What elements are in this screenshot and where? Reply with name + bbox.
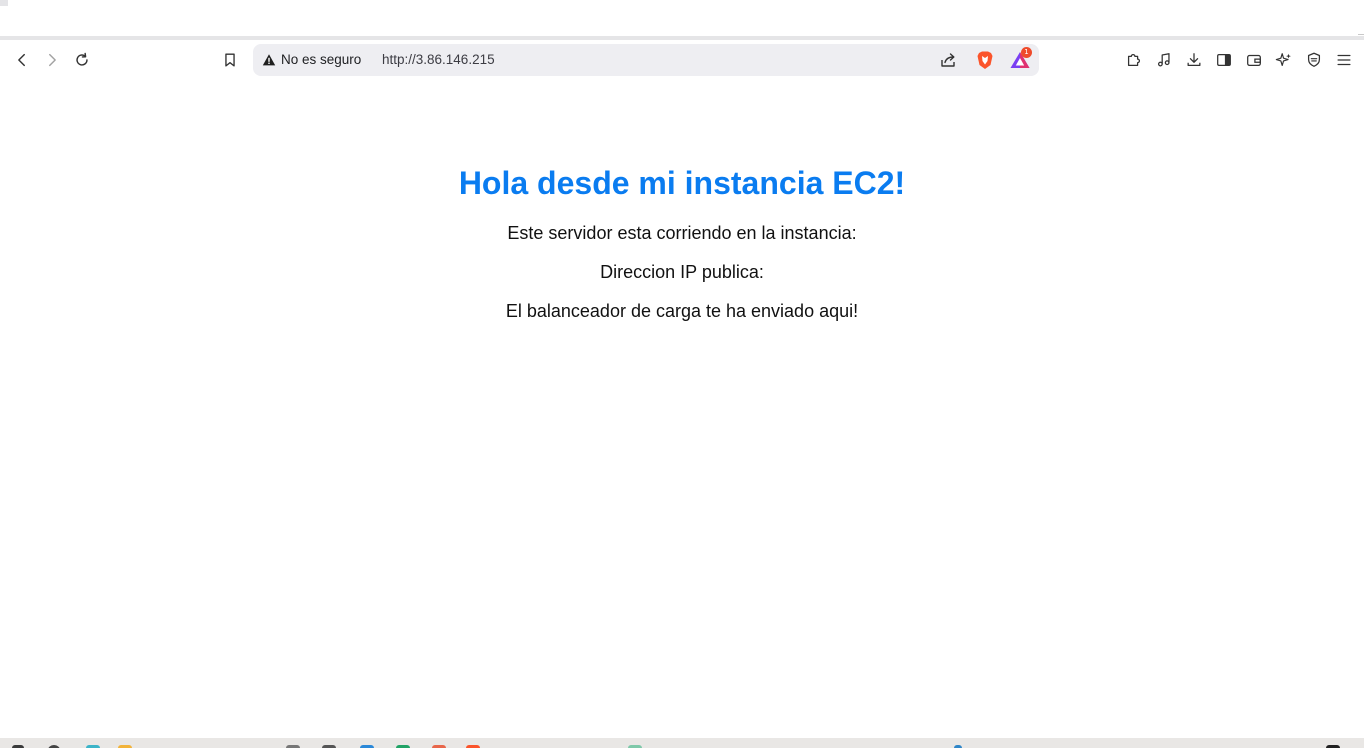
public-ip-line: Direccion IP publica: bbox=[600, 262, 764, 282]
menu-icon bbox=[1337, 54, 1351, 66]
page-heading: Hola desde mi instancia EC2! bbox=[458, 165, 906, 201]
sidebar-icon bbox=[1217, 53, 1231, 67]
window-edge-mark bbox=[1358, 34, 1364, 35]
wallet-button[interactable] bbox=[1244, 50, 1264, 70]
security-status-label[interactable]: No es seguro bbox=[281, 52, 361, 67]
vpn-button[interactable] bbox=[1304, 50, 1324, 70]
load-balancer-line: El balanceador de carga te ha enviado aq… bbox=[505, 301, 859, 321]
music-icon bbox=[1157, 53, 1170, 67]
download-icon bbox=[1187, 53, 1201, 67]
reload-button[interactable] bbox=[72, 50, 92, 70]
extensions-button[interactable] bbox=[1124, 50, 1144, 70]
leo-ai-button[interactable] bbox=[1274, 50, 1294, 70]
tab-strip bbox=[0, 0, 1364, 36]
downloads-button[interactable] bbox=[1184, 50, 1204, 70]
rewards-badge: 1 bbox=[1021, 47, 1032, 58]
arrow-right-icon bbox=[49, 53, 56, 67]
brave-shields-icon[interactable] bbox=[975, 50, 995, 70]
share-icon[interactable] bbox=[939, 51, 957, 69]
page-content: Hola desde mi instancia EC2! Este servid… bbox=[0, 80, 1364, 738]
arrow-left-icon bbox=[18, 53, 25, 67]
reload-icon bbox=[76, 52, 88, 66]
os-taskbar bbox=[0, 738, 1364, 748]
wallet-icon bbox=[1247, 54, 1261, 67]
puzzle-icon bbox=[1127, 53, 1141, 67]
browser-toolbar: No es seguro http://3.86.146.215 1 bbox=[0, 40, 1364, 80]
instance-line: Este servidor esta corriendo en la insta… bbox=[507, 223, 857, 243]
warning-triangle-icon[interactable] bbox=[262, 53, 276, 67]
url-text[interactable]: http://3.86.146.215 bbox=[382, 52, 495, 67]
media-button[interactable] bbox=[1154, 50, 1174, 70]
bookmark-icon bbox=[225, 53, 235, 67]
sidebar-button[interactable] bbox=[1214, 50, 1234, 70]
main-menu-button[interactable] bbox=[1334, 50, 1354, 70]
address-bar[interactable]: No es seguro http://3.86.146.215 1 bbox=[253, 44, 1039, 76]
bookmark-button[interactable] bbox=[220, 50, 240, 70]
forward-button[interactable] bbox=[42, 50, 62, 70]
vpn-shield-icon bbox=[1307, 52, 1321, 67]
leo-ai-icon bbox=[1275, 53, 1291, 66]
back-button[interactable] bbox=[12, 50, 32, 70]
tab-strip-corner bbox=[0, 0, 8, 6]
